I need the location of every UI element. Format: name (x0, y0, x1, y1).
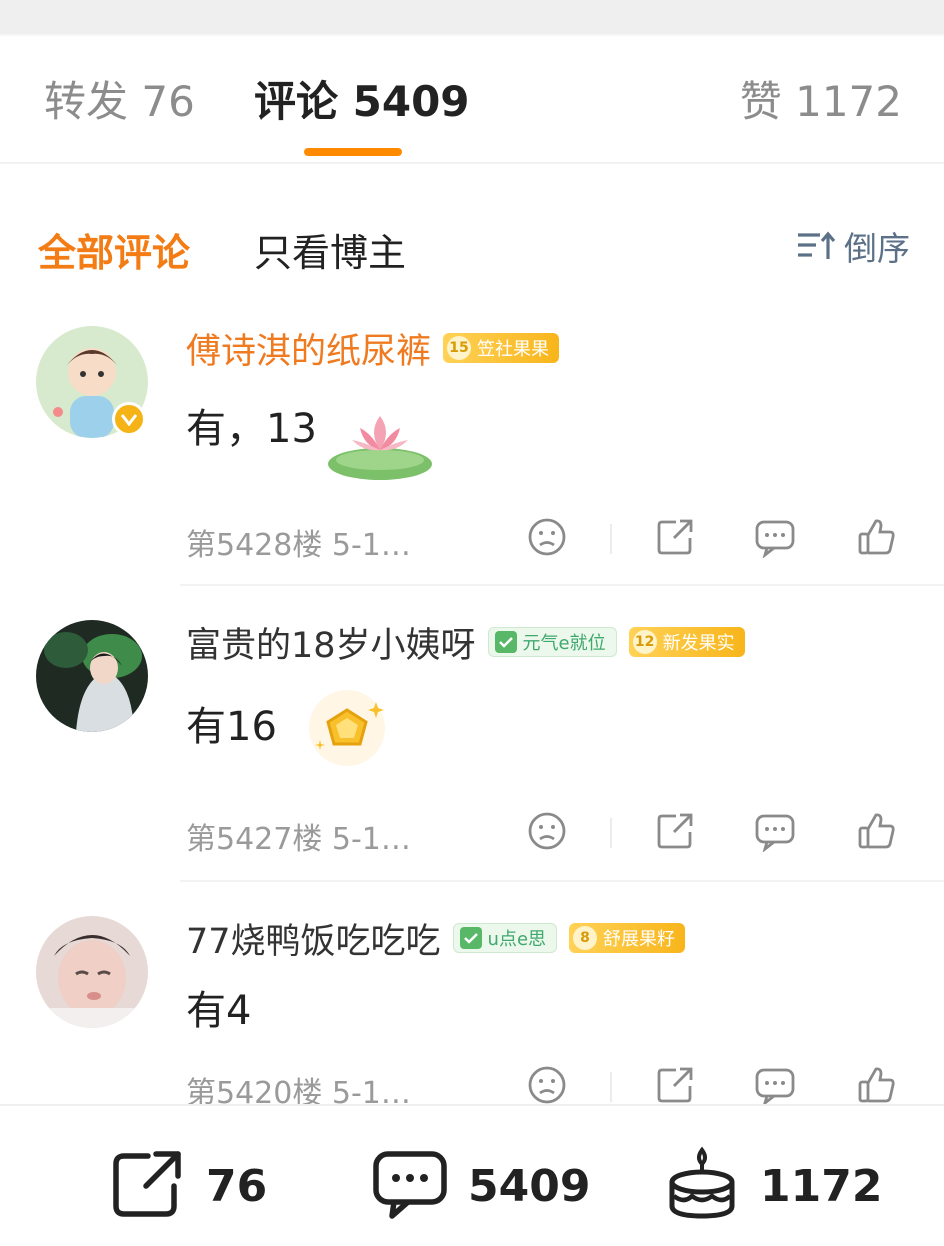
comment-header: 富贵的18岁小姨呀 元气e就位 12 新发果实 (186, 620, 745, 666)
level-label: 新发果实 (662, 633, 735, 654)
bottom-repost-button[interactable]: 76 (110, 1150, 267, 1222)
like-icon[interactable] (854, 808, 900, 854)
comment-meta: 第5427楼 5-1… (186, 808, 906, 858)
level-number: 12 (632, 630, 657, 654)
avatar[interactable] (36, 620, 148, 732)
like-icon[interactable] (854, 1062, 900, 1108)
dislike-icon[interactable] (524, 514, 570, 560)
comment-divider (180, 880, 944, 882)
fan-check-icon (459, 927, 482, 949)
comment-header: 傅诗淇的纸尿裤 15 笠社果果 (186, 326, 560, 372)
share-icon[interactable] (652, 808, 698, 854)
comment-item: 77烧鸭饭吃吃吃 u点e思 8 舒展果籽 有4 第5420楼 5-1… (0, 908, 944, 1111)
comment-item: 傅诗淇的纸尿裤 15 笠社果果 有，13 第5428楼 5-1… (0, 318, 944, 588)
floor-timestamp: 第5427楼 5-1… (186, 822, 411, 857)
comment-text: 有，13 (186, 406, 317, 452)
level-label: 笠社果果 (477, 339, 550, 360)
level-badge[interactable]: 15 笠社果果 (443, 333, 560, 363)
comment-count: 5409 (468, 1160, 591, 1212)
verified-badge-icon (112, 402, 146, 436)
repost-count: 76 (206, 1160, 268, 1212)
repost-icon (110, 1148, 186, 1224)
sort-button[interactable]: 倒序 (796, 224, 910, 268)
sort-icon (796, 229, 836, 263)
avatar[interactable] (36, 916, 148, 1028)
tab-comments[interactable]: 评论 5409 (254, 76, 470, 128)
cake-like-icon (664, 1146, 740, 1226)
bottom-like-button[interactable]: 1172 (664, 1146, 883, 1222)
reply-icon[interactable] (752, 808, 798, 854)
lotus-sticker-icon (324, 396, 436, 490)
username[interactable]: 傅诗淇的纸尿裤 (186, 323, 431, 374)
top-strip (0, 0, 944, 34)
fan-badge[interactable]: u点e思 (452, 923, 558, 953)
comment-text: 有16 (186, 704, 277, 750)
share-icon[interactable] (652, 1062, 698, 1108)
comment-text: 有4 (186, 988, 252, 1034)
share-icon[interactable] (652, 514, 698, 560)
username[interactable]: 富贵的18岁小姨呀 (186, 617, 476, 668)
reply-icon[interactable] (752, 514, 798, 560)
like-icon[interactable] (854, 514, 900, 560)
fan-badge-label: u点e思 (487, 929, 547, 950)
sort-label: 倒序 (844, 229, 910, 268)
comment-divider (180, 584, 944, 586)
tab-repost[interactable]: 转发 76 (44, 76, 195, 128)
bottom-comment-button[interactable]: 5409 (372, 1150, 590, 1222)
action-divider (610, 818, 612, 848)
filter-owner-only[interactable]: 只看博主 (254, 222, 406, 277)
comment-icon (372, 1148, 448, 1224)
comment-item: 富贵的18岁小姨呀 元气e就位 12 新发果实 有16 第5427楼 5-1… (0, 612, 944, 882)
comment-filter-bar: 全部评论 只看博主 倒序 (0, 204, 944, 284)
comment-meta: 第5428楼 5-1… (186, 514, 906, 564)
fan-badge[interactable]: 元气e就位 (487, 627, 617, 657)
action-divider (610, 524, 612, 554)
comment-header: 77烧鸭饭吃吃吃 u点e思 8 舒展果籽 (186, 916, 686, 962)
level-badge[interactable]: 12 新发果实 (628, 627, 745, 657)
dislike-icon[interactable] (524, 808, 570, 854)
level-number: 8 (573, 926, 598, 950)
action-divider (610, 1072, 612, 1102)
filter-all-comments[interactable]: 全部评论 (38, 222, 190, 277)
like-count: 1172 (760, 1160, 883, 1212)
tab-bar: 转发 76 评论 5409 赞 1172 (0, 36, 944, 164)
level-label: 舒展果籽 (603, 929, 676, 950)
level-badge[interactable]: 8 舒展果籽 (569, 923, 686, 953)
floor-timestamp: 第5428楼 5-1… (186, 528, 411, 563)
gem-sticker-icon (302, 680, 392, 774)
reply-icon[interactable] (752, 1062, 798, 1108)
bottom-action-bar: 76 5409 1172 (0, 1104, 944, 1246)
tab-active-indicator (304, 148, 402, 156)
fan-check-icon (494, 631, 517, 653)
fan-badge-label: 元气e就位 (522, 633, 606, 654)
tab-likes[interactable]: 赞 1172 (740, 76, 902, 128)
username[interactable]: 77烧鸭饭吃吃吃 (186, 913, 441, 964)
dislike-icon[interactable] (524, 1062, 570, 1108)
level-number: 15 (447, 336, 472, 360)
